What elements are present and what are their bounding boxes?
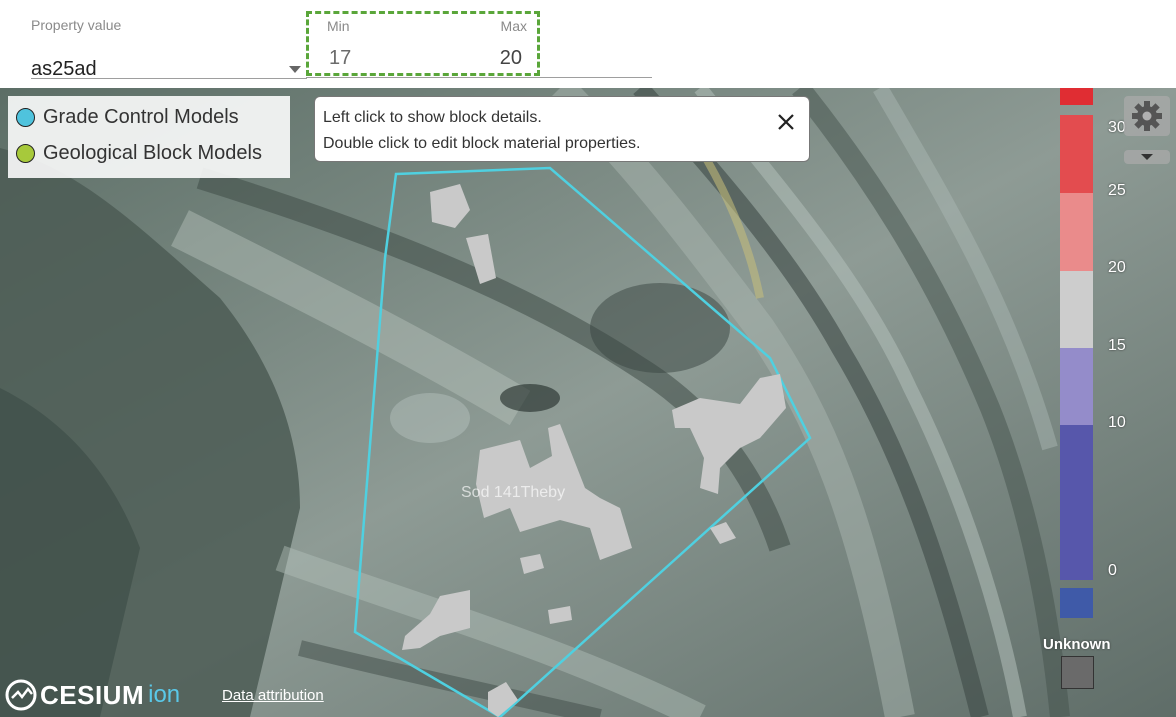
max-input[interactable]: 20 [500, 47, 522, 70]
satellite-imagery [0, 88, 1176, 717]
green-dot-icon [16, 143, 35, 163]
dropdown-arrow-icon[interactable] [289, 66, 301, 73]
min-input[interactable]: 17 [329, 47, 351, 70]
ramp-tick: 15 [1108, 337, 1126, 354]
ramp-tick: 10 [1108, 414, 1126, 431]
block-model-label: Sod 141Theby [461, 484, 566, 501]
settings-button[interactable] [1124, 96, 1170, 136]
ramp-tick: 20 [1108, 259, 1126, 276]
cesium-logo[interactable]: CESIUM ion [4, 678, 180, 712]
ramp-tick: 0 [1108, 562, 1117, 579]
map-viewer[interactable]: Grade Control Models Geological Block Mo… [0, 88, 1176, 717]
ramp-above-max [1060, 88, 1093, 105]
model-legend: Grade Control Models Geological Block Mo… [8, 96, 290, 178]
gear-icon [1132, 101, 1162, 131]
legend-label: Geological Block Models [43, 141, 262, 164]
ramp-segment-20-25 [1060, 193, 1093, 271]
close-icon[interactable] [775, 111, 797, 133]
property-filter-bar: Property value as25ad Min Max 17 20 [0, 0, 1176, 88]
cesium-ion-label: ion [148, 681, 181, 708]
settings-dropdown-toggle[interactable] [1124, 150, 1170, 164]
min-label: Min [327, 18, 350, 34]
cesium-logo-icon [5, 679, 37, 711]
range-highlight-box: Min Max 17 20 [306, 11, 540, 76]
legend-item-geological-block[interactable]: Geological Block Models [16, 140, 262, 166]
max-label: Max [500, 18, 527, 34]
property-select[interactable]: Property value as25ad [31, 14, 307, 81]
instruction-tooltip: Left click to show block details. Double… [314, 96, 810, 162]
legend-item-grade-control[interactable]: Grade Control Models [16, 104, 239, 130]
tooltip-line-1: Left click to show block details. [323, 109, 542, 126]
chevron-down-icon [1141, 154, 1153, 160]
tooltip-line-2: Double click to edit block material prop… [323, 135, 641, 152]
unknown-label: Unknown [1043, 636, 1111, 653]
property-label: Property value [31, 17, 122, 33]
data-attribution-link[interactable]: Data attribution [222, 687, 324, 704]
color-ramp [1060, 88, 1094, 717]
ramp-segment-25-30 [1060, 115, 1093, 193]
property-value[interactable]: as25ad [31, 58, 97, 81]
unknown-swatch [1061, 656, 1094, 689]
ramp-tick: 25 [1108, 182, 1126, 199]
ramp-segment-10-15 [1060, 348, 1093, 425]
ramp-below-min [1060, 588, 1093, 618]
cesium-brand: CESIUM [40, 679, 145, 710]
ramp-segment-0-10 [1060, 425, 1093, 580]
cyan-dot-icon [16, 107, 35, 127]
legend-label: Grade Control Models [43, 105, 239, 128]
ramp-segment-15-20 [1060, 271, 1093, 348]
range-underline [306, 77, 652, 78]
